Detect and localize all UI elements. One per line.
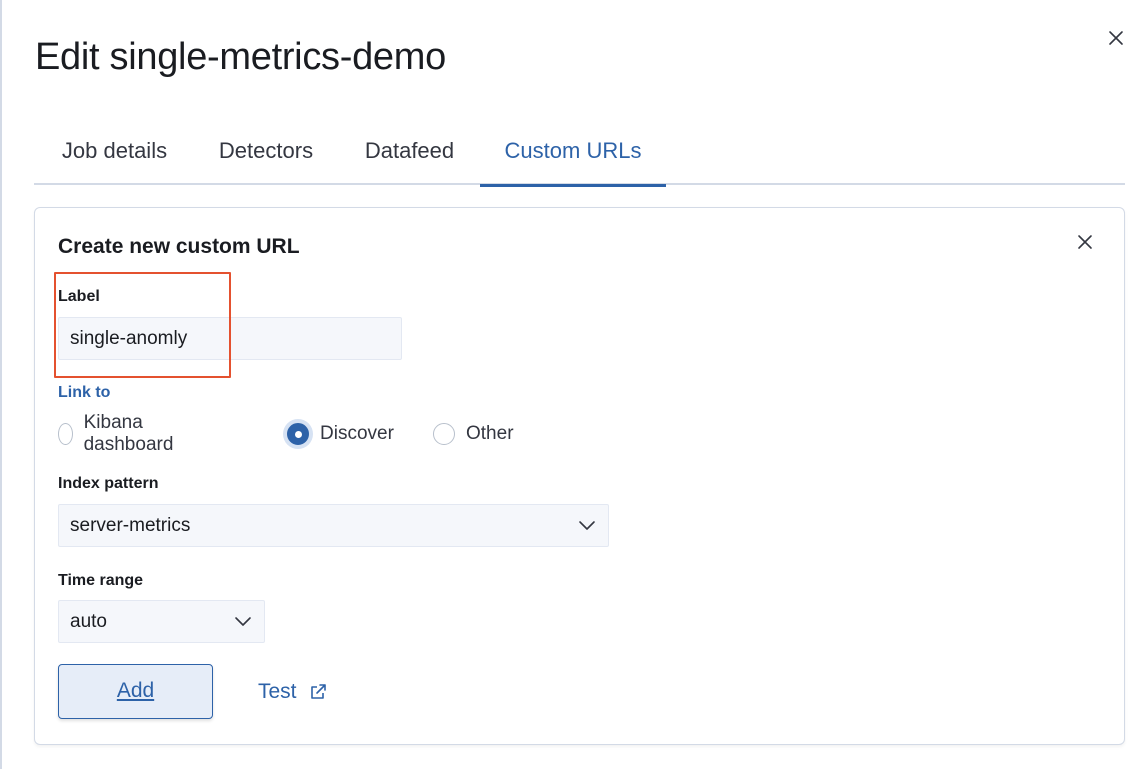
radio-label: Other xyxy=(466,423,514,444)
index-pattern-label: Index pattern xyxy=(58,475,159,492)
add-button[interactable]: Add xyxy=(58,664,213,719)
tab-custom-urls[interactable]: Custom URLs xyxy=(480,122,666,187)
flyout-border xyxy=(0,0,2,769)
chevron-down-icon xyxy=(579,521,595,530)
tab-job-details[interactable]: Job details xyxy=(56,122,173,185)
chevron-down-icon xyxy=(235,617,251,626)
tab-bar: Job details Detectors Datafeed Custom UR… xyxy=(34,122,1125,187)
radio-label: Discover xyxy=(320,423,394,444)
radio-label: Kibana dashboard xyxy=(83,412,174,455)
link-to-label: Link to xyxy=(58,384,111,401)
tab-datafeed[interactable]: Datafeed xyxy=(361,122,458,185)
close-icon[interactable] xyxy=(1073,230,1097,254)
radio-unchecked-icon xyxy=(433,423,455,445)
time-range-value: auto xyxy=(70,611,107,632)
index-pattern-value: server-metrics xyxy=(70,515,191,536)
panel-title: Create new custom URL xyxy=(58,235,300,258)
close-icon[interactable] xyxy=(1104,26,1128,50)
external-link-icon xyxy=(310,684,326,699)
radio-other[interactable]: Other xyxy=(433,420,514,448)
radio-checked-icon xyxy=(287,423,309,445)
radio-kibana-dashboard[interactable]: Kibana dashboard xyxy=(58,412,181,455)
highlight-annotation xyxy=(54,272,231,378)
custom-url-panel: Create new custom URL Label single-anoml… xyxy=(34,207,1125,745)
index-pattern-select[interactable]: server-metrics xyxy=(58,504,609,547)
radio-discover[interactable]: Discover xyxy=(287,420,394,448)
time-range-label: Time range xyxy=(58,572,144,589)
page-title: Edit single-metrics-demo xyxy=(35,36,446,78)
test-link[interactable]: Test xyxy=(258,678,328,706)
time-range-select[interactable]: auto xyxy=(58,600,265,643)
tab-detectors[interactable]: Detectors xyxy=(214,122,318,185)
radio-unchecked-icon xyxy=(58,423,73,445)
test-link-label: Test xyxy=(258,680,297,703)
